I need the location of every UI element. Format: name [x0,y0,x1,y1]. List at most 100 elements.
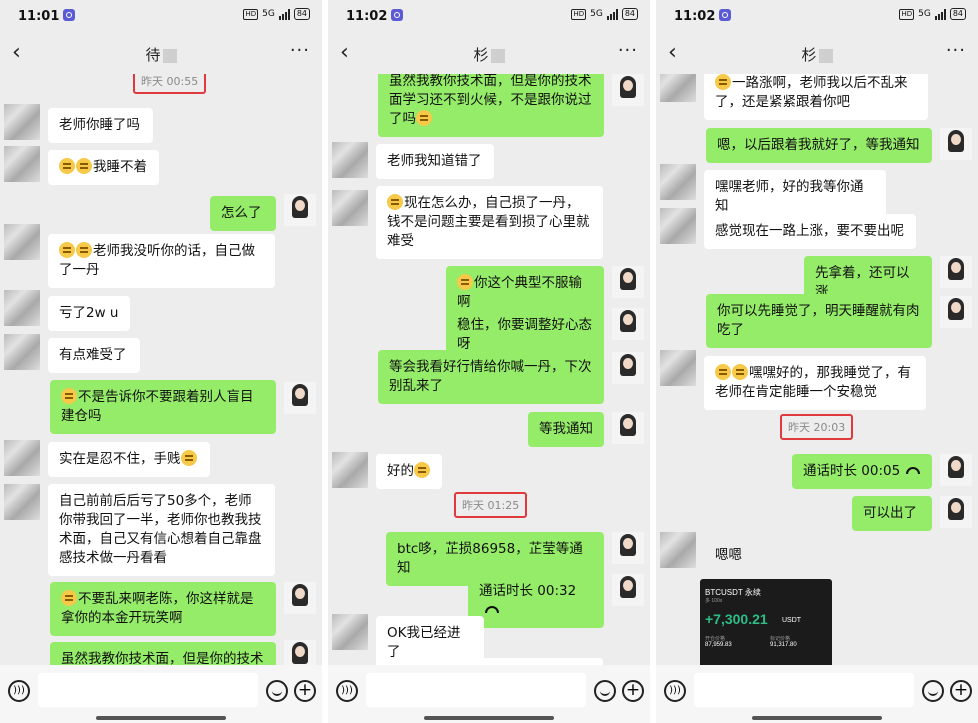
input-bar: ))) + [328,665,650,723]
message-input[interactable] [694,673,914,707]
incoming-message[interactable]: 老师我没听你的话，自己做了一丹 [48,234,275,288]
message-list[interactable]: 昨天 00:55 老师你睡了吗 我睡不着 怎么了 老师我没听你的话，自己做了一丹… [0,74,322,665]
face-emoji-icon [180,450,197,466]
grin-emoji-icon [732,364,748,380]
voice-icon[interactable]: ))) [8,680,30,702]
plus-icon[interactable]: + [622,680,644,702]
self-avatar[interactable] [612,266,644,298]
crying-emoji-icon [59,158,75,174]
incoming-message[interactable]: 实在是忍不住，手贱 [48,442,210,477]
contact-avatar[interactable] [4,440,40,476]
self-avatar[interactable] [284,640,316,665]
incoming-message[interactable]: 现在怎么办，自己损了一丹，钱不是问题主要是看到损了心里就难受 [376,186,603,259]
contact-avatar[interactable] [4,146,40,182]
outgoing-message[interactable]: 怎么了 [210,196,276,231]
emoji-icon[interactable] [922,680,944,702]
incoming-message[interactable]: 嘿嘿好的，那我睡觉了，有老师在肯定能睡一个安稳觉 [704,356,926,410]
mark-price-value: 91,317.80 [770,642,797,648]
self-avatar[interactable] [612,574,644,606]
face-emoji-icon [416,110,432,126]
outgoing-message[interactable]: 等会我看好行情给你喊一丹，下次别乱来了 [378,350,604,404]
outgoing-message[interactable]: 嗯，以后跟着我就好了，等我通知 [706,128,932,163]
self-avatar[interactable] [940,454,972,486]
chat-header: ‹ 待 ··· [0,34,322,74]
incoming-message[interactable]: 嗯嗯 [704,538,754,573]
more-icon[interactable]: ··· [946,40,966,61]
contact-avatar[interactable] [660,532,696,568]
contact-avatar[interactable] [4,104,40,140]
contact-avatar[interactable] [332,142,368,178]
incoming-message[interactable]: 老师我知道错了 [376,144,494,179]
incoming-message[interactable]: 感觉现在一路上涨，要不要出呢 [704,214,916,249]
emoji-icon[interactable] [266,680,288,702]
status-bar: 11:02 HD 5G 84 [656,0,978,32]
self-avatar[interactable] [284,582,316,614]
outgoing-message[interactable]: 虽然我教你技术面，但是你的技术面学习还不到火候，不是跟你说过了吗 [378,74,604,137]
battery-level: 84 [293,8,310,20]
self-avatar[interactable] [284,194,316,226]
call-icon [485,606,499,613]
message-list[interactable]: 虽然我教你技术面，但是你的技术面学习还不到火候，不是跟你说过了吗 老师我知道错了… [328,74,650,665]
message-input[interactable] [366,673,586,707]
outgoing-message[interactable]: 可以出了 [852,496,932,531]
outgoing-message[interactable]: 不要乱来啊老陈，你这样就是拿你的本金开玩笑啊 [50,582,276,636]
contact-avatar[interactable] [4,334,40,370]
timestamp: 昨天 00:55 [133,74,207,94]
self-avatar[interactable] [940,256,972,288]
contact-avatar[interactable] [4,290,40,326]
message-list[interactable]: 一路涨啊，老师我以后不乱来了，还是紧紧跟着你吧 嗯，以后跟着我就好了，等我通知 … [656,74,978,665]
voice-icon[interactable]: ))) [336,680,358,702]
plus-icon[interactable]: + [294,680,316,702]
network-label: 5G [918,9,931,19]
outgoing-message[interactable]: 通话时长 00:32 [468,574,604,628]
outgoing-message[interactable]: 不是告诉你不要跟着别人盲目建仓吗 [50,380,276,434]
app-badge-icon [63,9,75,21]
hd-icon: HD [899,8,915,20]
contact-avatar[interactable] [660,350,696,386]
self-avatar[interactable] [940,496,972,528]
call-icon [906,467,921,474]
incoming-message[interactable]: 亏了2w u [48,296,130,331]
incoming-message[interactable]: 我睡不着 [48,150,159,185]
incoming-message[interactable]: 自己前前后后亏了50多个，老师你带我回了一半，老师你也教我技术面，自己又有信心想… [48,484,275,576]
more-icon[interactable]: ··· [618,40,638,61]
status-time: 11:02 [674,9,716,24]
battery-level: 84 [621,8,638,20]
incoming-message[interactable] [376,658,603,665]
trade-screenshot-card[interactable]: BTCUSDT 永续 多 100x +7,300.21 USDT 开仓价格 87… [700,579,832,665]
contact-avatar[interactable] [332,190,368,226]
outgoing-message[interactable]: 虽然我教你技术面，但是你的技术 [50,642,276,665]
chat-screen-2: 11:02 HD 5G 84 ‹ 杉 ··· 虽然我教你技术面，但是你的技术面学… [328,0,650,723]
contact-avatar[interactable] [660,208,696,244]
self-avatar[interactable] [940,296,972,328]
plus-icon[interactable]: + [950,680,972,702]
contact-avatar[interactable] [332,614,368,650]
more-icon[interactable]: ··· [290,40,310,61]
contact-avatar[interactable] [660,164,696,200]
contact-avatar[interactable] [660,74,696,102]
incoming-message[interactable]: 一路涨啊，老师我以后不乱来了，还是紧紧跟着你吧 [704,74,928,120]
voice-icon[interactable]: ))) [664,680,686,702]
message-input[interactable] [38,673,258,707]
emoji-icon[interactable] [594,680,616,702]
incoming-message[interactable]: 好的 [376,454,442,489]
self-avatar[interactable] [284,382,316,414]
self-avatar[interactable] [612,532,644,564]
contact-avatar[interactable] [4,224,40,260]
outgoing-message[interactable]: 通话时长 00:05 [792,454,932,489]
self-avatar[interactable] [612,412,644,444]
self-avatar[interactable] [940,128,972,160]
blurred-name [162,48,177,63]
grin-emoji-icon [715,364,731,380]
outgoing-message[interactable]: 你可以先睡觉了，明天睡醒就有肉吃了 [706,294,932,348]
outgoing-message[interactable]: 等我通知 [528,412,604,447]
self-avatar[interactable] [612,352,644,384]
self-avatar[interactable] [612,308,644,340]
contact-avatar[interactable] [4,484,40,520]
incoming-message[interactable]: 有点难受了 [48,338,140,373]
incoming-message[interactable]: 老师你睡了吗 [48,108,153,143]
contact-avatar[interactable] [332,452,368,488]
chat-header: ‹ 杉 ··· [656,34,978,74]
input-bar: ))) + [656,665,978,723]
self-avatar[interactable] [612,74,644,106]
